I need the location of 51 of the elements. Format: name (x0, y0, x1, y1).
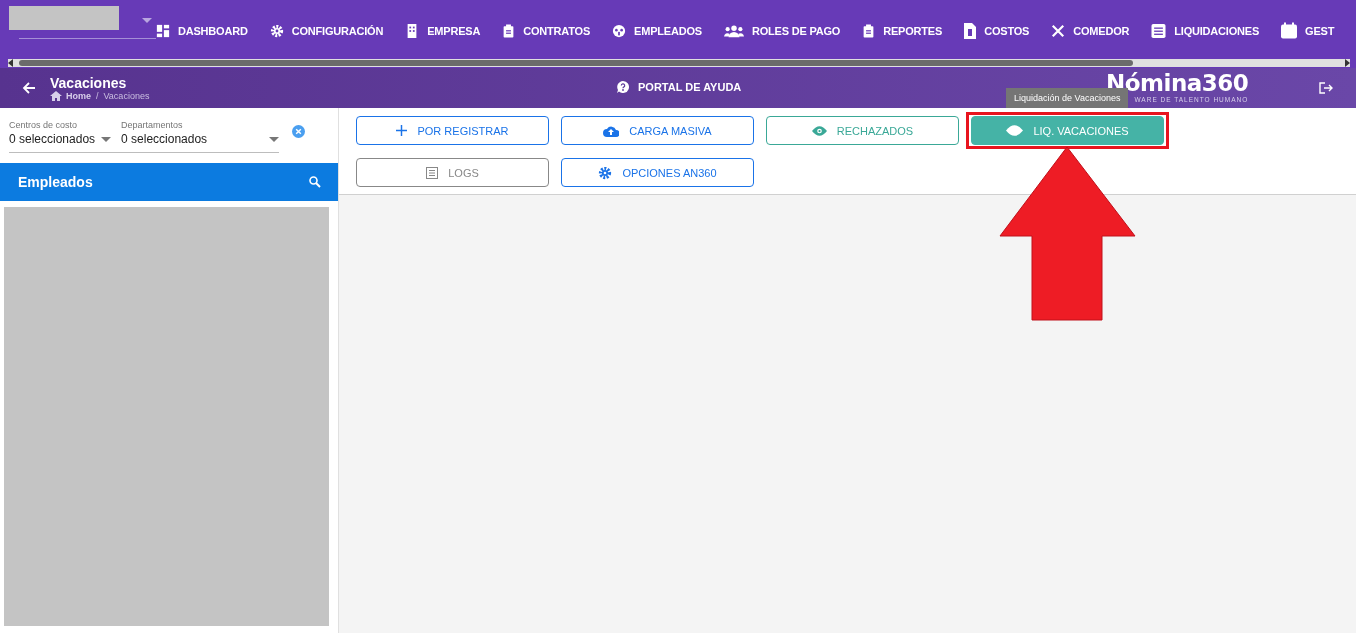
home-icon (50, 91, 62, 101)
button-icon (598, 165, 613, 180)
nav-item[interactable]: REPORTES (862, 22, 943, 39)
nav-item[interactable]: CONTRATOS (502, 22, 591, 39)
logout-icon[interactable] (1319, 82, 1333, 94)
employees-title: Empleados (18, 174, 93, 190)
action-button[interactable]: OPCIONES AN360 (561, 158, 754, 187)
help-icon (617, 81, 629, 93)
page-title: Vacaciones (50, 75, 128, 91)
button-icon (811, 125, 827, 136)
help-portal-link[interactable]: PORTAL DE AYUDA (638, 81, 742, 93)
nav-icon (723, 23, 744, 38)
nav-item[interactable]: DASHBOARD (156, 22, 248, 39)
search-icon[interactable] (309, 176, 321, 188)
nav-icon (1281, 22, 1298, 39)
breadcrumb-link[interactable]: Home (66, 91, 91, 101)
dropdown-caret-icon (101, 136, 112, 142)
tooltip: Liquidación de Vacaciones (1006, 88, 1129, 108)
filter-label: Centros de costo (9, 120, 79, 130)
scrollbar-thumb[interactable] (19, 59, 1133, 66)
nav-icon (502, 23, 516, 38)
breadcrumb-current: Vacaciones (103, 91, 150, 101)
nav-item[interactable]: EMPLEADOS (612, 22, 702, 39)
action-button[interactable]: POR REGISTRAR (356, 116, 549, 145)
nav-item[interactable]: EMPRESA (405, 22, 481, 39)
button-icon (603, 124, 620, 137)
button-icon (1006, 125, 1024, 136)
back-arrow-icon[interactable] (22, 81, 36, 95)
nav-icon (1151, 23, 1167, 38)
nav-icon (612, 23, 627, 38)
nav-icon (156, 23, 170, 38)
nav-item[interactable]: ROLES DE PAGO (723, 22, 841, 39)
dropdown-caret-icon (269, 136, 279, 142)
action-button[interactable]: LOGS (356, 158, 549, 187)
nav-item[interactable]: GEST (1281, 22, 1335, 39)
button-icon (426, 166, 439, 179)
nav-icon (269, 23, 284, 38)
nav-item[interactable]: COMEDOR (1051, 22, 1130, 39)
nav-item[interactable]: LIQUIDACIONES (1151, 22, 1260, 39)
filter-select[interactable]: 0 seleccionados (9, 132, 112, 146)
nav-icon (964, 22, 977, 39)
filter-label: Departamentos (121, 120, 184, 130)
filter-select[interactable]: 0 seleccionados (121, 132, 279, 146)
breadcrumb-separator: / (96, 91, 99, 101)
nav-item[interactable]: COSTOS (964, 22, 1030, 39)
action-button[interactable]: CARGA MASIVA (561, 116, 754, 145)
nav-icon (862, 23, 876, 38)
nav-item[interactable]: CONFIGURACIÓN (269, 22, 384, 39)
nav-icon (1051, 23, 1066, 38)
clear-filters-icon[interactable] (292, 125, 305, 138)
button-icon (396, 125, 408, 136)
